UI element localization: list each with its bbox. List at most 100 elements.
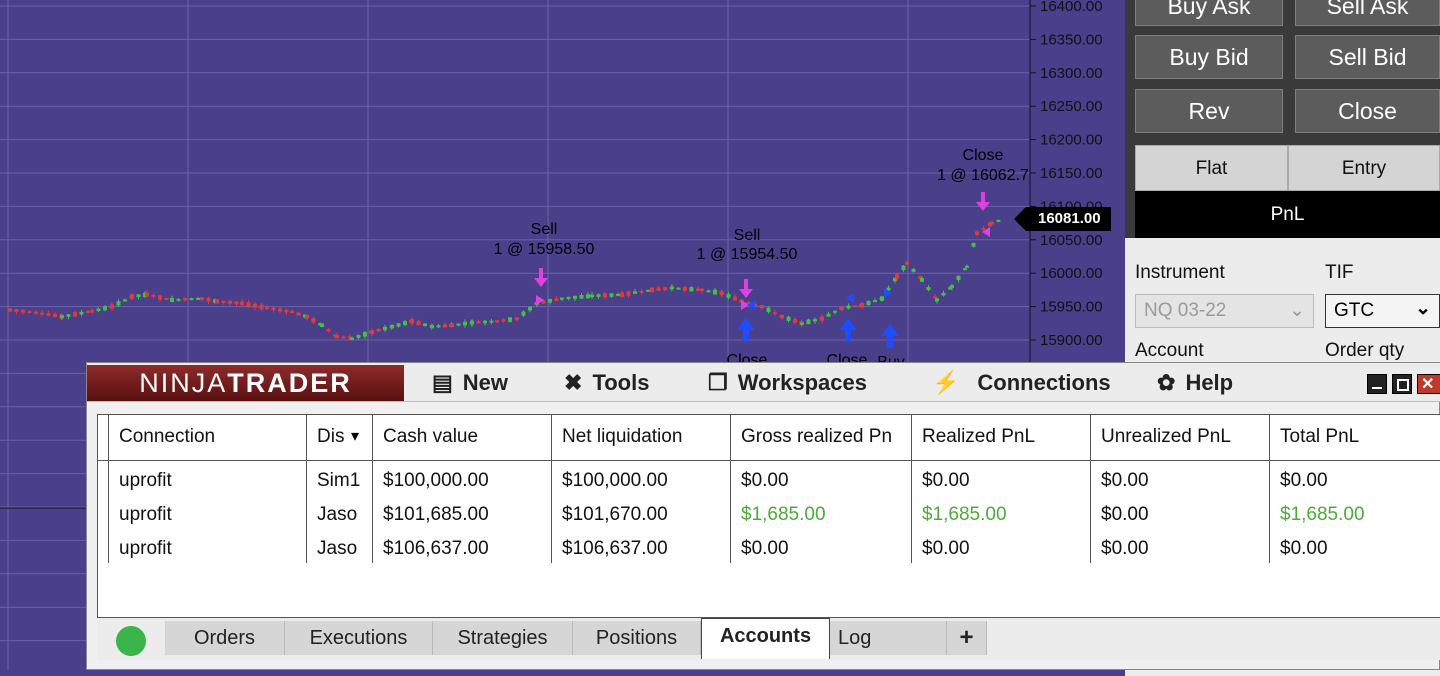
candle-body (941, 292, 946, 296)
help-lifebuoy-icon: ✿ (1157, 370, 1176, 395)
tab-log[interactable]: Log (830, 621, 947, 655)
candle-body (21, 309, 25, 313)
candle-body (780, 314, 784, 319)
tab-positions[interactable]: Positions (573, 621, 701, 655)
candle-body (596, 294, 601, 297)
menu-connections[interactable]: ⚡ Connections (932, 369, 1111, 397)
candle-body (996, 219, 1001, 222)
price-axis-label: 16400.00 (1040, 0, 1103, 15)
minimize-window-icon[interactable] (1367, 374, 1387, 394)
tab-orders[interactable]: Orders (165, 621, 285, 655)
candle-body (164, 298, 169, 301)
candle-body (515, 317, 519, 320)
plug-icon: ⚡ (932, 370, 960, 395)
menu-new[interactable]: ▤ New (432, 369, 508, 397)
tab-strategies[interactable]: Strategies (433, 621, 573, 655)
menu-tools[interactable]: ✖ Tools (564, 369, 649, 397)
column-header[interactable]: Connection (119, 426, 215, 448)
table-cell: $0.00 (1280, 470, 1328, 491)
control-center-window[interactable]: NINJATRADER ▤ New ✖ Tools ❐ Workspaces ⚡ Con… (86, 362, 1440, 670)
candle-body (311, 318, 316, 323)
candle-body (206, 297, 211, 302)
order-qty-label: Order qty (1325, 340, 1405, 361)
buy-bid-button[interactable]: Buy Bid (1135, 35, 1283, 79)
table-cell: Jaso (317, 504, 358, 525)
candle-body (151, 295, 156, 298)
grid-column: Realized PnL $0.00 $1,685.00 $0.00 (911, 415, 1090, 563)
tab-accounts[interactable]: Accounts (701, 618, 830, 659)
menu-workspaces[interactable]: ❐ Workspaces (708, 369, 867, 397)
candle-body (320, 323, 324, 327)
price-axis-label: 16050.00 (1040, 232, 1103, 249)
column-header[interactable]: Net liquidation (562, 426, 682, 448)
candle-body (620, 292, 624, 297)
accounts-grid[interactable]: Connection uprofit uprofit uprofit Dis ▾ Sim1 J… (97, 414, 1440, 618)
candle-body (476, 321, 481, 324)
table-cell: $101,670.00 (562, 504, 668, 525)
column-header[interactable]: Total PnL (1280, 426, 1359, 448)
candle-body (356, 335, 361, 338)
candle-body (423, 323, 427, 327)
tif-select[interactable]: GTC ⌄ (1325, 294, 1440, 328)
table-cell: $0.00 (1280, 538, 1328, 559)
tools-icon: ✖ (564, 370, 583, 395)
candle-body (933, 296, 937, 299)
add-tab-button[interactable]: + (947, 621, 987, 655)
candle-body (713, 289, 717, 295)
candle-body (456, 323, 461, 326)
candle-body (396, 323, 401, 327)
candle-body (443, 324, 447, 328)
candle-body (14, 309, 19, 313)
candle-body (46, 312, 51, 316)
column-header[interactable]: Cash value (383, 426, 478, 448)
reverse-button[interactable]: Rev (1135, 89, 1283, 133)
instrument-label: Instrument (1135, 262, 1225, 283)
candle-body (548, 299, 552, 303)
tab-executions[interactable]: Executions (285, 621, 433, 655)
column-header[interactable]: Dis (317, 426, 344, 448)
trade-annotation-price: 1 @ 16062.7 (937, 167, 1029, 184)
maximize-window-icon[interactable] (1392, 374, 1412, 394)
column-header[interactable]: Realized PnL (922, 426, 1035, 448)
candle-body (290, 311, 294, 314)
candle-body (470, 320, 474, 325)
tif-select-value: GTC (1334, 300, 1375, 321)
candle-body (489, 320, 494, 323)
grid-column: Total PnL $0.00 $1,685.00 $0.00 (1269, 415, 1440, 563)
buy-ask-button[interactable]: Buy Ask (1135, 0, 1283, 26)
candle-body (820, 316, 824, 321)
candle-body (579, 295, 584, 299)
position-flat-label: Flat (1135, 145, 1288, 191)
candle-body (130, 294, 134, 299)
table-cell: $100,000.00 (562, 470, 668, 491)
sort-caret-icon[interactable]: ▾ (351, 426, 359, 446)
close-arrow-2-shaft (845, 328, 851, 342)
candle-body (853, 305, 857, 308)
sell-ask-button[interactable]: Sell Ask (1295, 0, 1440, 26)
candle-body (103, 306, 107, 311)
candle-body (40, 312, 44, 315)
candle-body (609, 293, 614, 297)
candle-body (773, 312, 777, 315)
close-window-icon[interactable]: ✕ (1417, 374, 1440, 394)
chevron-down-icon: ⌄ (1415, 298, 1431, 319)
menu-help[interactable]: ✿ Help (1157, 369, 1233, 397)
account-label: Account (1135, 340, 1204, 361)
instrument-select[interactable]: NQ 03-22 ⌄ (1135, 294, 1314, 328)
close-position-button[interactable]: Close (1295, 89, 1440, 133)
menu-workspaces-label: Workspaces (737, 370, 867, 395)
sell-bid-button[interactable]: Sell Bid (1295, 35, 1440, 79)
last-price-tag: 16081.00 (1014, 207, 1111, 231)
column-header[interactable]: Unrealized PnL (1101, 426, 1231, 448)
price-axis-label: 16350.00 (1040, 31, 1103, 48)
candle-body (633, 291, 637, 294)
candle-body (663, 287, 667, 291)
column-header[interactable]: Gross realized Pn (741, 426, 892, 448)
candle-body (305, 314, 309, 319)
candle-body (170, 297, 174, 302)
control-center-tabbar: Orders Executions Strategies Positions A… (97, 618, 1440, 660)
candle-body (430, 324, 434, 329)
candle-body (603, 293, 607, 298)
candle-body (554, 298, 559, 302)
table-cell: $0.00 (741, 470, 789, 491)
